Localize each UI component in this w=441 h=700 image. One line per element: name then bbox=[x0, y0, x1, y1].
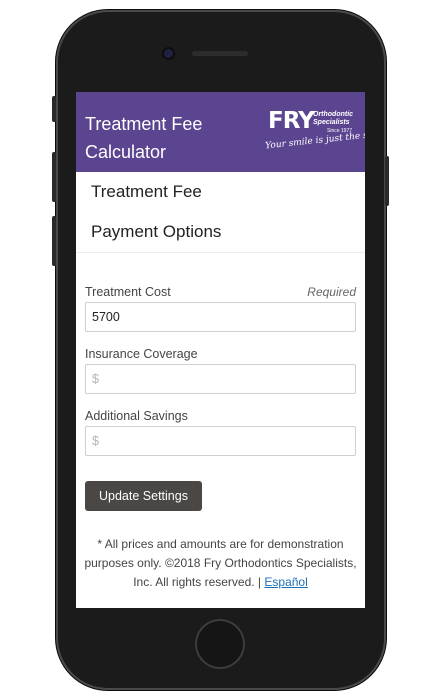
treatment-cost-label: Treatment Cost bbox=[85, 285, 171, 299]
treatment-cost-input[interactable]: 5700 bbox=[85, 302, 356, 332]
app-header: Treatment Fee Calculator FRY Orthodontic… bbox=[76, 92, 365, 172]
fee-form: Treatment Cost Required 5700 Insurance C… bbox=[76, 253, 365, 511]
required-indicator: Required bbox=[307, 285, 356, 299]
tab-payment-options[interactable]: Payment Options bbox=[76, 212, 365, 252]
savings-label-row: Additional Savings bbox=[85, 409, 356, 423]
disclaimer-footer: * All prices and amounts are for demonst… bbox=[76, 535, 365, 592]
espanol-link[interactable]: Español bbox=[264, 575, 307, 589]
volume-up-button bbox=[52, 152, 56, 202]
disclaimer-text: * All prices and amounts are for demonst… bbox=[84, 537, 357, 589]
earpiece-speaker bbox=[192, 51, 248, 56]
home-button[interactable] bbox=[195, 619, 245, 669]
fry-logo[interactable]: FRY Orthodontic Specialists Since 1977 Y… bbox=[265, 108, 365, 154]
tab-treatment-fee[interactable]: Treatment Fee bbox=[76, 172, 365, 212]
tab-nav: Treatment Fee Payment Options bbox=[76, 172, 365, 253]
logo-name: Orthodontic Specialists bbox=[313, 111, 354, 126]
insurance-label-row: Insurance Coverage bbox=[85, 347, 356, 361]
page-title: Treatment Fee Calculator bbox=[85, 114, 203, 162]
silent-switch bbox=[52, 96, 56, 122]
additional-savings-input[interactable]: $ bbox=[85, 426, 356, 456]
volume-down-button bbox=[52, 216, 56, 266]
front-camera bbox=[164, 49, 173, 58]
power-button bbox=[385, 156, 389, 206]
insurance-coverage-label: Insurance Coverage bbox=[85, 347, 198, 361]
logo-brand: FRY bbox=[268, 108, 315, 134]
update-settings-button[interactable]: Update Settings bbox=[85, 481, 202, 511]
insurance-coverage-input[interactable]: $ bbox=[85, 364, 356, 394]
phone-screen: Treatment Fee Calculator FRY Orthodontic… bbox=[76, 92, 365, 608]
additional-savings-label: Additional Savings bbox=[85, 409, 188, 423]
treatment-cost-label-row: Treatment Cost Required bbox=[85, 285, 356, 299]
